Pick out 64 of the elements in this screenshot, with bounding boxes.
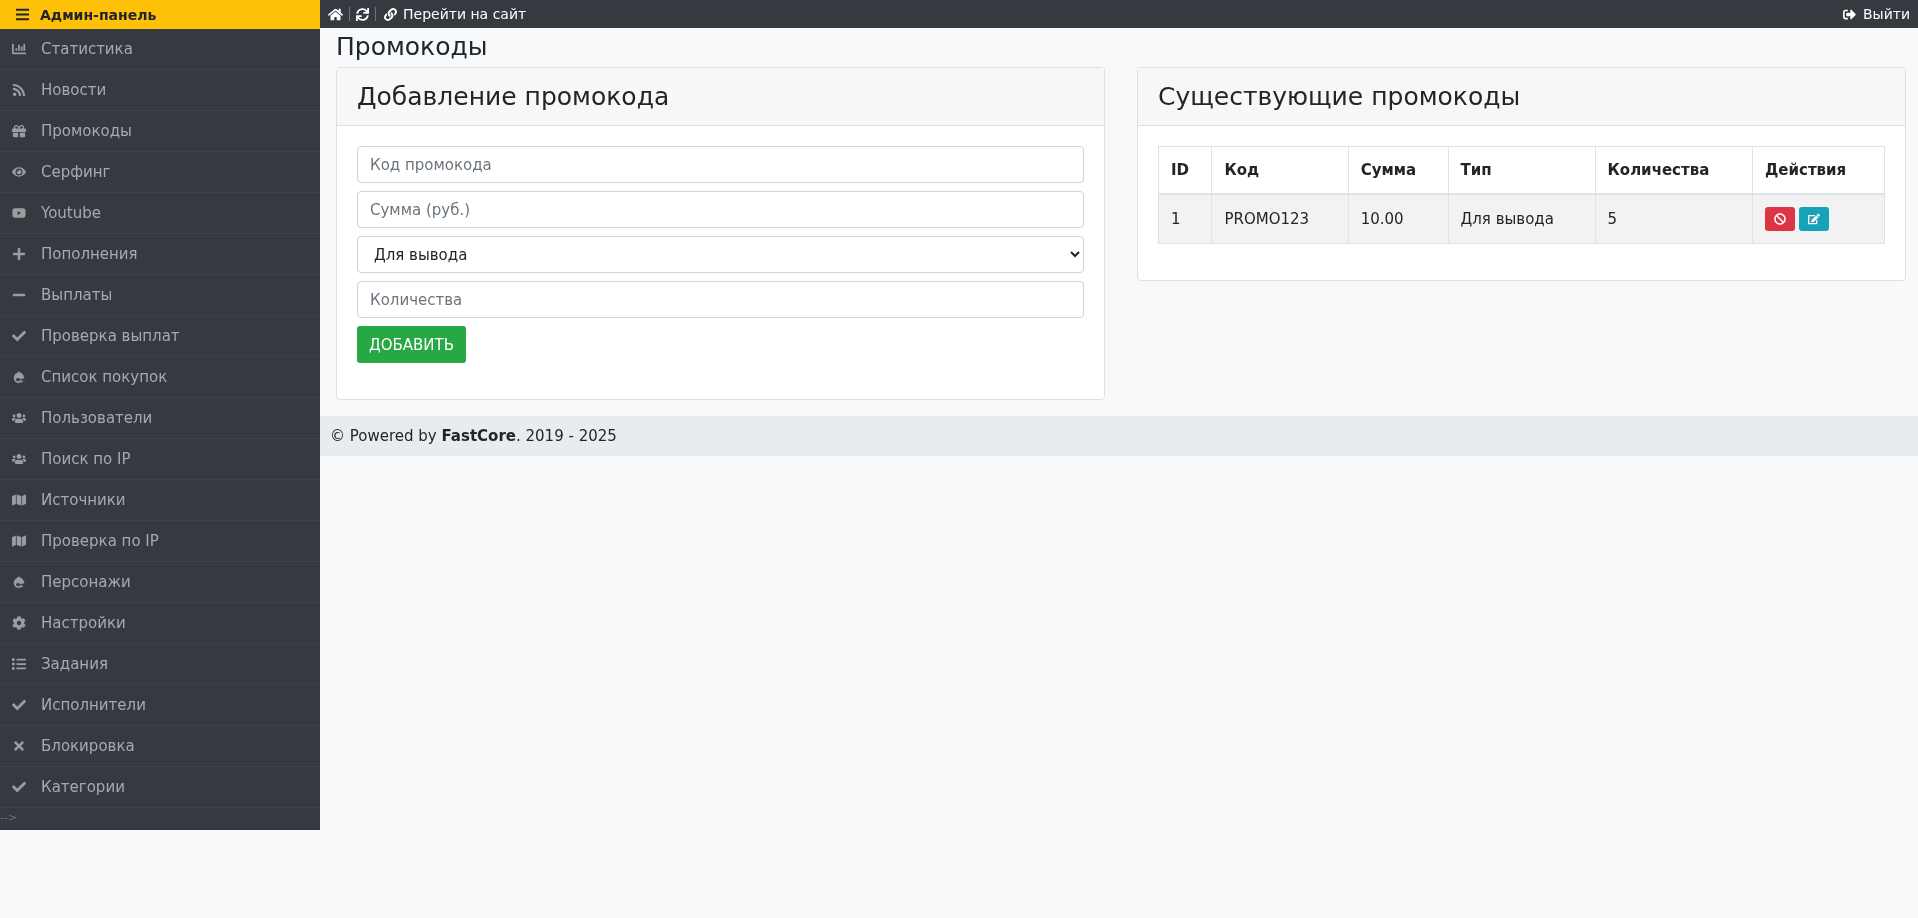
logout-icon: [1842, 7, 1858, 21]
rss-icon: [11, 83, 27, 97]
close-icon: [11, 739, 27, 753]
sidebar-item[interactable]: Статистика: [0, 29, 320, 70]
card-title: Добавление промокода: [337, 68, 1104, 126]
users-icon: [11, 411, 27, 425]
block-button[interactable]: [1764, 207, 1795, 231]
table-cell: 5: [1595, 194, 1753, 244]
sidebar-item[interactable]: Пользователи: [0, 398, 320, 439]
refresh-link[interactable]: [356, 7, 369, 21]
sidebar-item[interactable]: Персонажи: [0, 562, 320, 603]
list-icon: [11, 657, 27, 671]
input-field[interactable]: Код промокода: [357, 146, 1084, 183]
logout-link[interactable]: Выйти: [1842, 6, 1910, 22]
sidebar-item[interactable]: Категории: [0, 767, 320, 808]
check-icon: [11, 780, 27, 794]
sidebar-item[interactable]: Блокировка: [0, 726, 320, 767]
bar-chart-icon: [11, 42, 27, 56]
sidebar-title: Админ-панель: [40, 6, 157, 23]
sidebar-item[interactable]: Пополнения: [0, 234, 320, 275]
sidebar-item[interactable]: Новости: [0, 70, 320, 111]
input-field[interactable]: Сумма (руб.): [357, 191, 1084, 228]
type-select[interactable]: Для вывода: [357, 236, 1084, 273]
edit-button[interactable]: [1798, 207, 1829, 231]
map-icon: [11, 493, 27, 507]
menu-icon: [14, 7, 30, 22]
check-icon: [11, 329, 27, 343]
gift-icon: [11, 124, 27, 138]
sidebar-item[interactable]: Задания: [0, 644, 320, 685]
link-icon: [382, 7, 398, 21]
edit-icon: [1805, 213, 1822, 225]
input-field[interactable]: Количества: [357, 281, 1084, 318]
add-button[interactable]: ДОБАВИТЬ: [357, 326, 467, 363]
home-link[interactable]: [328, 6, 343, 22]
sidebar-item[interactable]: Список покупок: [0, 357, 320, 398]
map-icon: [11, 534, 27, 548]
eye-icon: [11, 165, 27, 179]
ban-icon: [1771, 213, 1788, 225]
users-icon: [11, 452, 27, 466]
site-link[interactable]: Перейти на сайт: [382, 6, 527, 22]
sidebar-item[interactable]: Промокоды: [0, 111, 320, 152]
sidebar-item[interactable]: Выплаты: [0, 275, 320, 316]
table-cell: PROMO123: [1211, 194, 1349, 244]
card-title: Существующие промокоды: [1138, 68, 1905, 126]
plus-icon: [11, 247, 27, 261]
sidebar-trailing-text: -->: [0, 810, 19, 826]
sidebar-item[interactable]: Серфинг: [0, 152, 320, 193]
sidebar-item[interactable]: Исполнители: [0, 685, 320, 726]
sidebar-item[interactable]: Настройки: [0, 603, 320, 644]
page-title: Промокоды: [336, 32, 489, 61]
table-cell: 1: [1158, 194, 1212, 244]
footer-text: © Powered by FastCore. 2019 - 2025: [330, 427, 617, 445]
video-icon: [11, 206, 27, 220]
drop-icon: [11, 575, 27, 589]
sidebar-item[interactable]: Источники: [0, 480, 320, 521]
table-cell: 10.00: [1348, 194, 1449, 244]
table-cell: Для вывода: [1448, 194, 1596, 244]
sidebar-item[interactable]: Поиск по IP: [0, 439, 320, 480]
check-icon: [11, 698, 27, 712]
sidebar-item[interactable]: Проверка выплат: [0, 316, 320, 357]
sidebar-item[interactable]: Youtube: [0, 193, 320, 234]
drop-icon: [11, 370, 27, 384]
settings-icon: [11, 616, 27, 630]
sidebar-item[interactable]: Проверка по IP: [0, 521, 320, 562]
